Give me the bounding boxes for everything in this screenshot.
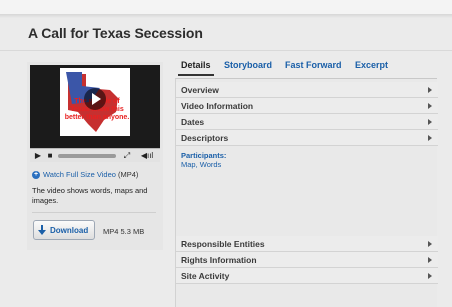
plus-circle-icon: +	[32, 170, 40, 179]
details-panel: Overview Video Information Dates Descrip…	[175, 78, 438, 307]
section-label: Dates	[181, 117, 205, 127]
section-responsible-entities[interactable]: Responsible Entities	[176, 236, 438, 252]
section-label: Overview	[181, 85, 219, 95]
tab-excerpt[interactable]: Excerpt	[355, 60, 388, 70]
chevron-right-icon	[428, 241, 432, 247]
video-frame: The people of Texas know this better tha…	[60, 68, 130, 136]
watch-link-label[interactable]: Watch Full Size Video	[43, 170, 116, 179]
download-button[interactable]: Download	[33, 220, 95, 240]
participants-value[interactable]: Map, Words	[181, 160, 221, 169]
play-icon[interactable]	[84, 88, 106, 110]
video-player[interactable]: The people of Texas know this better tha…	[30, 65, 160, 162]
active-tab-indicator	[178, 74, 214, 76]
section-video-information[interactable]: Video Information	[176, 98, 438, 114]
section-site-activity[interactable]: Site Activity	[176, 268, 438, 284]
top-strip	[0, 0, 452, 14]
section-dates[interactable]: Dates	[176, 114, 438, 130]
video-controls: ▶ ■ ⤢ ◀ııl	[30, 148, 160, 162]
seek-bar[interactable]	[58, 154, 116, 158]
volume-icon[interactable]: ◀ııl	[138, 151, 156, 161]
watch-full-size-link[interactable]: + Watch Full Size Video (MP4)	[32, 170, 138, 179]
chevron-right-icon	[428, 273, 432, 279]
tab-fast-forward[interactable]: Fast Forward	[285, 60, 342, 70]
tab-storyboard[interactable]: Storyboard	[224, 60, 272, 70]
download-label: Download	[50, 225, 89, 235]
participants-label: Participants:	[181, 151, 227, 160]
section-overview[interactable]: Overview	[176, 82, 438, 98]
download-arrow-icon	[38, 225, 46, 235]
section-label: Video Information	[181, 101, 254, 111]
left-divider	[32, 212, 156, 213]
section-rights-information[interactable]: Rights Information	[176, 252, 438, 268]
chevron-right-icon	[428, 103, 432, 109]
chevron-right-icon	[428, 119, 432, 125]
fullscreen-icon[interactable]: ⤢	[122, 151, 132, 161]
title-divider	[0, 50, 452, 51]
play-button-icon[interactable]: ▶	[33, 151, 43, 161]
chevron-right-icon	[428, 135, 432, 141]
chevron-right-icon	[428, 87, 432, 93]
video-description: The video shows words, maps and images.	[32, 186, 148, 205]
section-label: Site Activity	[181, 271, 230, 281]
section-descriptors[interactable]: Descriptors	[176, 130, 438, 146]
file-size: MP4 5.3 MB	[103, 227, 145, 236]
section-label: Responsible Entities	[181, 239, 265, 249]
stop-button-icon[interactable]: ■	[45, 151, 55, 161]
section-label: Rights Information	[181, 255, 257, 265]
chevron-right-icon	[428, 257, 432, 263]
top-shadow	[0, 14, 452, 18]
watch-format: (MP4)	[117, 170, 139, 179]
tab-details[interactable]: Details	[181, 60, 211, 70]
page-title: A Call for Texas Secession	[28, 25, 203, 41]
section-label: Descriptors	[181, 133, 229, 143]
